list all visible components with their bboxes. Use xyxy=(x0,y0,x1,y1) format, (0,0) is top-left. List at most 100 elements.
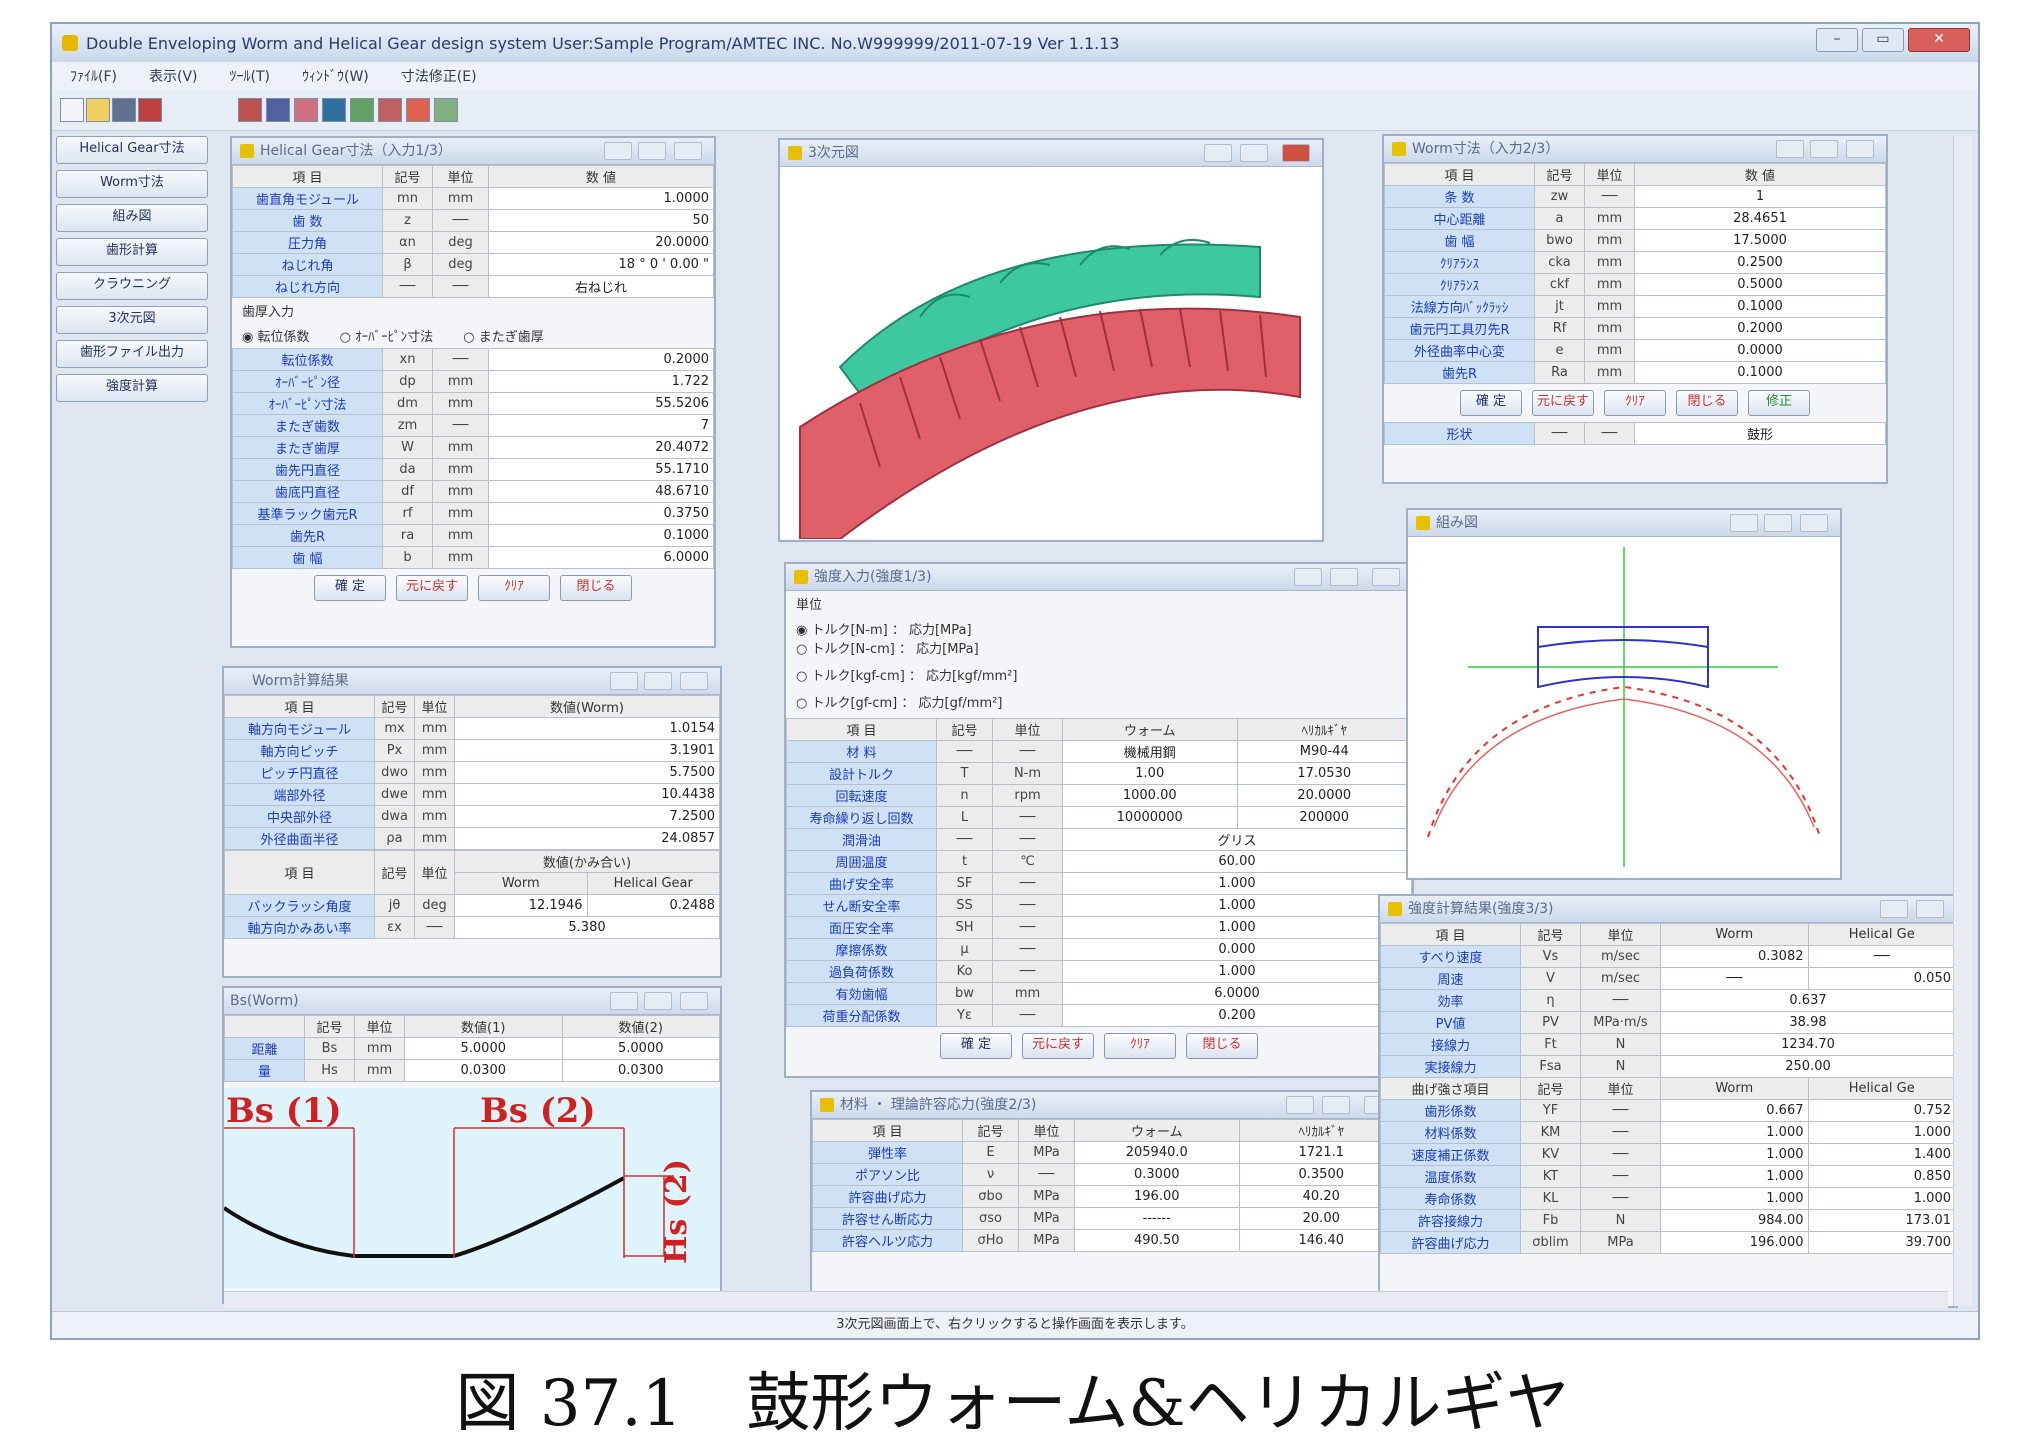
tool-strength-icon[interactable] xyxy=(406,98,430,122)
lubricant-select[interactable]: グリス xyxy=(1062,828,1412,851)
value-field[interactable]: 0.2000 xyxy=(1634,317,1886,340)
radio-unit-ncm[interactable]: トルク[N-cm] ： 応力[MPa] xyxy=(796,638,1056,657)
menu-tools[interactable]: ﾂｰﾙ(T) xyxy=(230,66,270,86)
close-icon[interactable] xyxy=(674,142,702,160)
tool-gear-icon[interactable] xyxy=(238,98,262,122)
value-field[interactable]: 18 ° 0 ' 0.00 " xyxy=(488,253,714,276)
value-field[interactable]: 0.2500 xyxy=(1634,251,1886,274)
value-field[interactable]: 17.0530 xyxy=(1236,762,1412,785)
side-button-worm[interactable]: Worm寸法 xyxy=(56,170,208,198)
close-icon[interactable] xyxy=(680,992,708,1010)
modify-button[interactable]: 修正 xyxy=(1748,390,1810,416)
panel-title[interactable]: 強度計算結果(強度3/3) xyxy=(1380,896,1956,923)
close-panel-button[interactable]: 閉じる xyxy=(560,575,632,601)
panel-title[interactable]: Bs(Worm) xyxy=(224,988,720,1015)
value-field[interactable]: 5.0000 xyxy=(561,1037,720,1060)
restore-icon[interactable] xyxy=(1240,144,1268,162)
close-icon[interactable] xyxy=(1372,568,1400,586)
value-field[interactable]: 0.3750 xyxy=(488,502,714,525)
helix-direction-select[interactable]: 右ねじれ xyxy=(488,275,714,298)
close-panel-button[interactable]: 閉じる xyxy=(1186,1033,1258,1059)
value-field[interactable]: 50 xyxy=(488,209,714,232)
value-field[interactable]: 20.0000 xyxy=(488,231,714,254)
value-field[interactable]: 0.200 xyxy=(1062,1004,1412,1027)
value-field[interactable]: 0.1000 xyxy=(1634,295,1886,318)
panel-title[interactable]: Helical Gear寸法（入力1/3） xyxy=(232,138,714,165)
side-button-profile-calc[interactable]: 歯形計算 xyxy=(56,238,208,266)
print-icon[interactable] xyxy=(138,98,162,122)
radio-unit-gfcm[interactable]: トルク[gf-cm] ： 応力[gf/mm²] xyxy=(796,692,1056,711)
minimize-icon[interactable] xyxy=(610,672,638,690)
panel-title[interactable]: 強度入力(強度1/3) xyxy=(786,564,1412,591)
restore-icon[interactable] xyxy=(1322,1096,1350,1114)
minimize-icon[interactable] xyxy=(610,992,638,1010)
restore-icon[interactable] xyxy=(1810,140,1838,158)
value-field[interactable]: 48.6710 xyxy=(488,480,714,503)
value-field[interactable]: 17.5000 xyxy=(1634,229,1886,252)
clear-button[interactable]: ｸﾘｱ xyxy=(1104,1033,1176,1059)
tool-export-icon[interactable] xyxy=(434,98,458,122)
restore-icon[interactable] xyxy=(638,142,666,160)
tool-profile-icon[interactable] xyxy=(322,98,346,122)
close-icon[interactable] xyxy=(1800,514,1828,532)
close-button[interactable]: ✕ xyxy=(1908,28,1970,52)
value-field[interactable]: 200000 xyxy=(1236,806,1412,829)
value-field[interactable]: 0.5000 xyxy=(1634,273,1886,296)
side-button-profile-output[interactable]: 歯形ファイル出力 xyxy=(56,340,208,368)
value-field[interactable]: 490.50 xyxy=(1074,1229,1240,1252)
close-icon[interactable] xyxy=(680,672,708,690)
value-field[interactable]: 20.0000 xyxy=(1236,784,1412,807)
restore-icon[interactable] xyxy=(1764,514,1792,532)
value-field[interactable]: 5.0000 xyxy=(404,1037,563,1060)
value-field[interactable]: 0.000 xyxy=(1062,938,1412,961)
value-field[interactable]: 0.1000 xyxy=(1634,361,1886,384)
vertical-scrollbar[interactable] xyxy=(1953,136,1972,1306)
value-field[interactable]: 55.1710 xyxy=(488,458,714,481)
value-field[interactable]: 10000000 xyxy=(1062,806,1238,829)
value-field[interactable]: 1.000 xyxy=(1062,916,1412,939)
confirm-button[interactable]: 確 定 xyxy=(1460,390,1522,416)
minimize-icon[interactable] xyxy=(1286,1096,1314,1114)
value-field[interactable]: 1.722 xyxy=(488,370,714,393)
minimize-icon[interactable] xyxy=(604,142,632,160)
side-button-mesh[interactable]: 組み図 xyxy=(56,204,208,232)
panel-title[interactable]: Worm寸法（入力2/3） xyxy=(1384,136,1886,163)
value-field[interactable]: ------ xyxy=(1074,1207,1240,1230)
menu-file[interactable]: ﾌｧｲﾙ(F) xyxy=(70,66,117,86)
tool-crowning-icon[interactable] xyxy=(350,98,374,122)
side-button-crowning[interactable]: クラウニング xyxy=(56,272,208,300)
value-field[interactable]: 28.4651 xyxy=(1634,207,1886,230)
value-field[interactable]: 20.4072 xyxy=(488,436,714,459)
radio-over-pin[interactable]: ｵｰﾊﾞｰﾋﾟﾝ寸法 xyxy=(340,326,433,345)
panel-title[interactable]: 組み図 xyxy=(1408,510,1840,537)
mesh-diagram[interactable] xyxy=(1408,537,1840,877)
panel-title[interactable]: 3次元図 xyxy=(780,140,1322,167)
panel-title[interactable]: Worm計算結果 xyxy=(224,668,720,695)
restore-icon[interactable] xyxy=(1330,568,1358,586)
minimize-icon[interactable] xyxy=(1294,568,1322,586)
radio-unit-kgfcm[interactable]: トルク[kgf-cm] ： 応力[kgf/mm²] xyxy=(796,665,1096,684)
tool-worm-icon[interactable] xyxy=(266,98,290,122)
value-field[interactable]: 6.0000 xyxy=(1062,982,1412,1005)
restore-icon[interactable] xyxy=(644,672,672,690)
new-file-icon[interactable] xyxy=(60,98,84,122)
minimize-icon[interactable] xyxy=(1204,144,1232,162)
value-field[interactable]: 1.0000 xyxy=(488,187,714,210)
close-icon[interactable] xyxy=(1282,144,1310,162)
menu-edit-dimensions[interactable]: 寸法修正(E) xyxy=(401,66,477,86)
radio-unit-nm[interactable]: トルク[N-m] ： 応力[MPa] xyxy=(796,619,1096,638)
value-field[interactable]: 1.000 xyxy=(1062,894,1412,917)
minimize-button[interactable]: – xyxy=(1816,28,1858,52)
value-field[interactable]: 0.1000 xyxy=(488,524,714,547)
confirm-button[interactable]: 確 定 xyxy=(314,575,386,601)
shape-select[interactable]: 鼓形 xyxy=(1634,422,1886,445)
horizontal-scrollbar[interactable] xyxy=(224,1291,1948,1308)
value-field[interactable]: 55.5206 xyxy=(488,392,714,415)
maximize-button[interactable]: ▭ xyxy=(1862,28,1904,52)
value-field[interactable]: 1.000 xyxy=(1062,872,1412,895)
value-field[interactable]: 1000.00 xyxy=(1062,784,1238,807)
side-button-strength[interactable]: 強度計算 xyxy=(56,374,208,402)
value-field[interactable]: 6.0000 xyxy=(488,546,714,569)
value-field[interactable]: 1 xyxy=(1634,185,1886,208)
value-field[interactable]: 60.00 xyxy=(1062,850,1412,873)
